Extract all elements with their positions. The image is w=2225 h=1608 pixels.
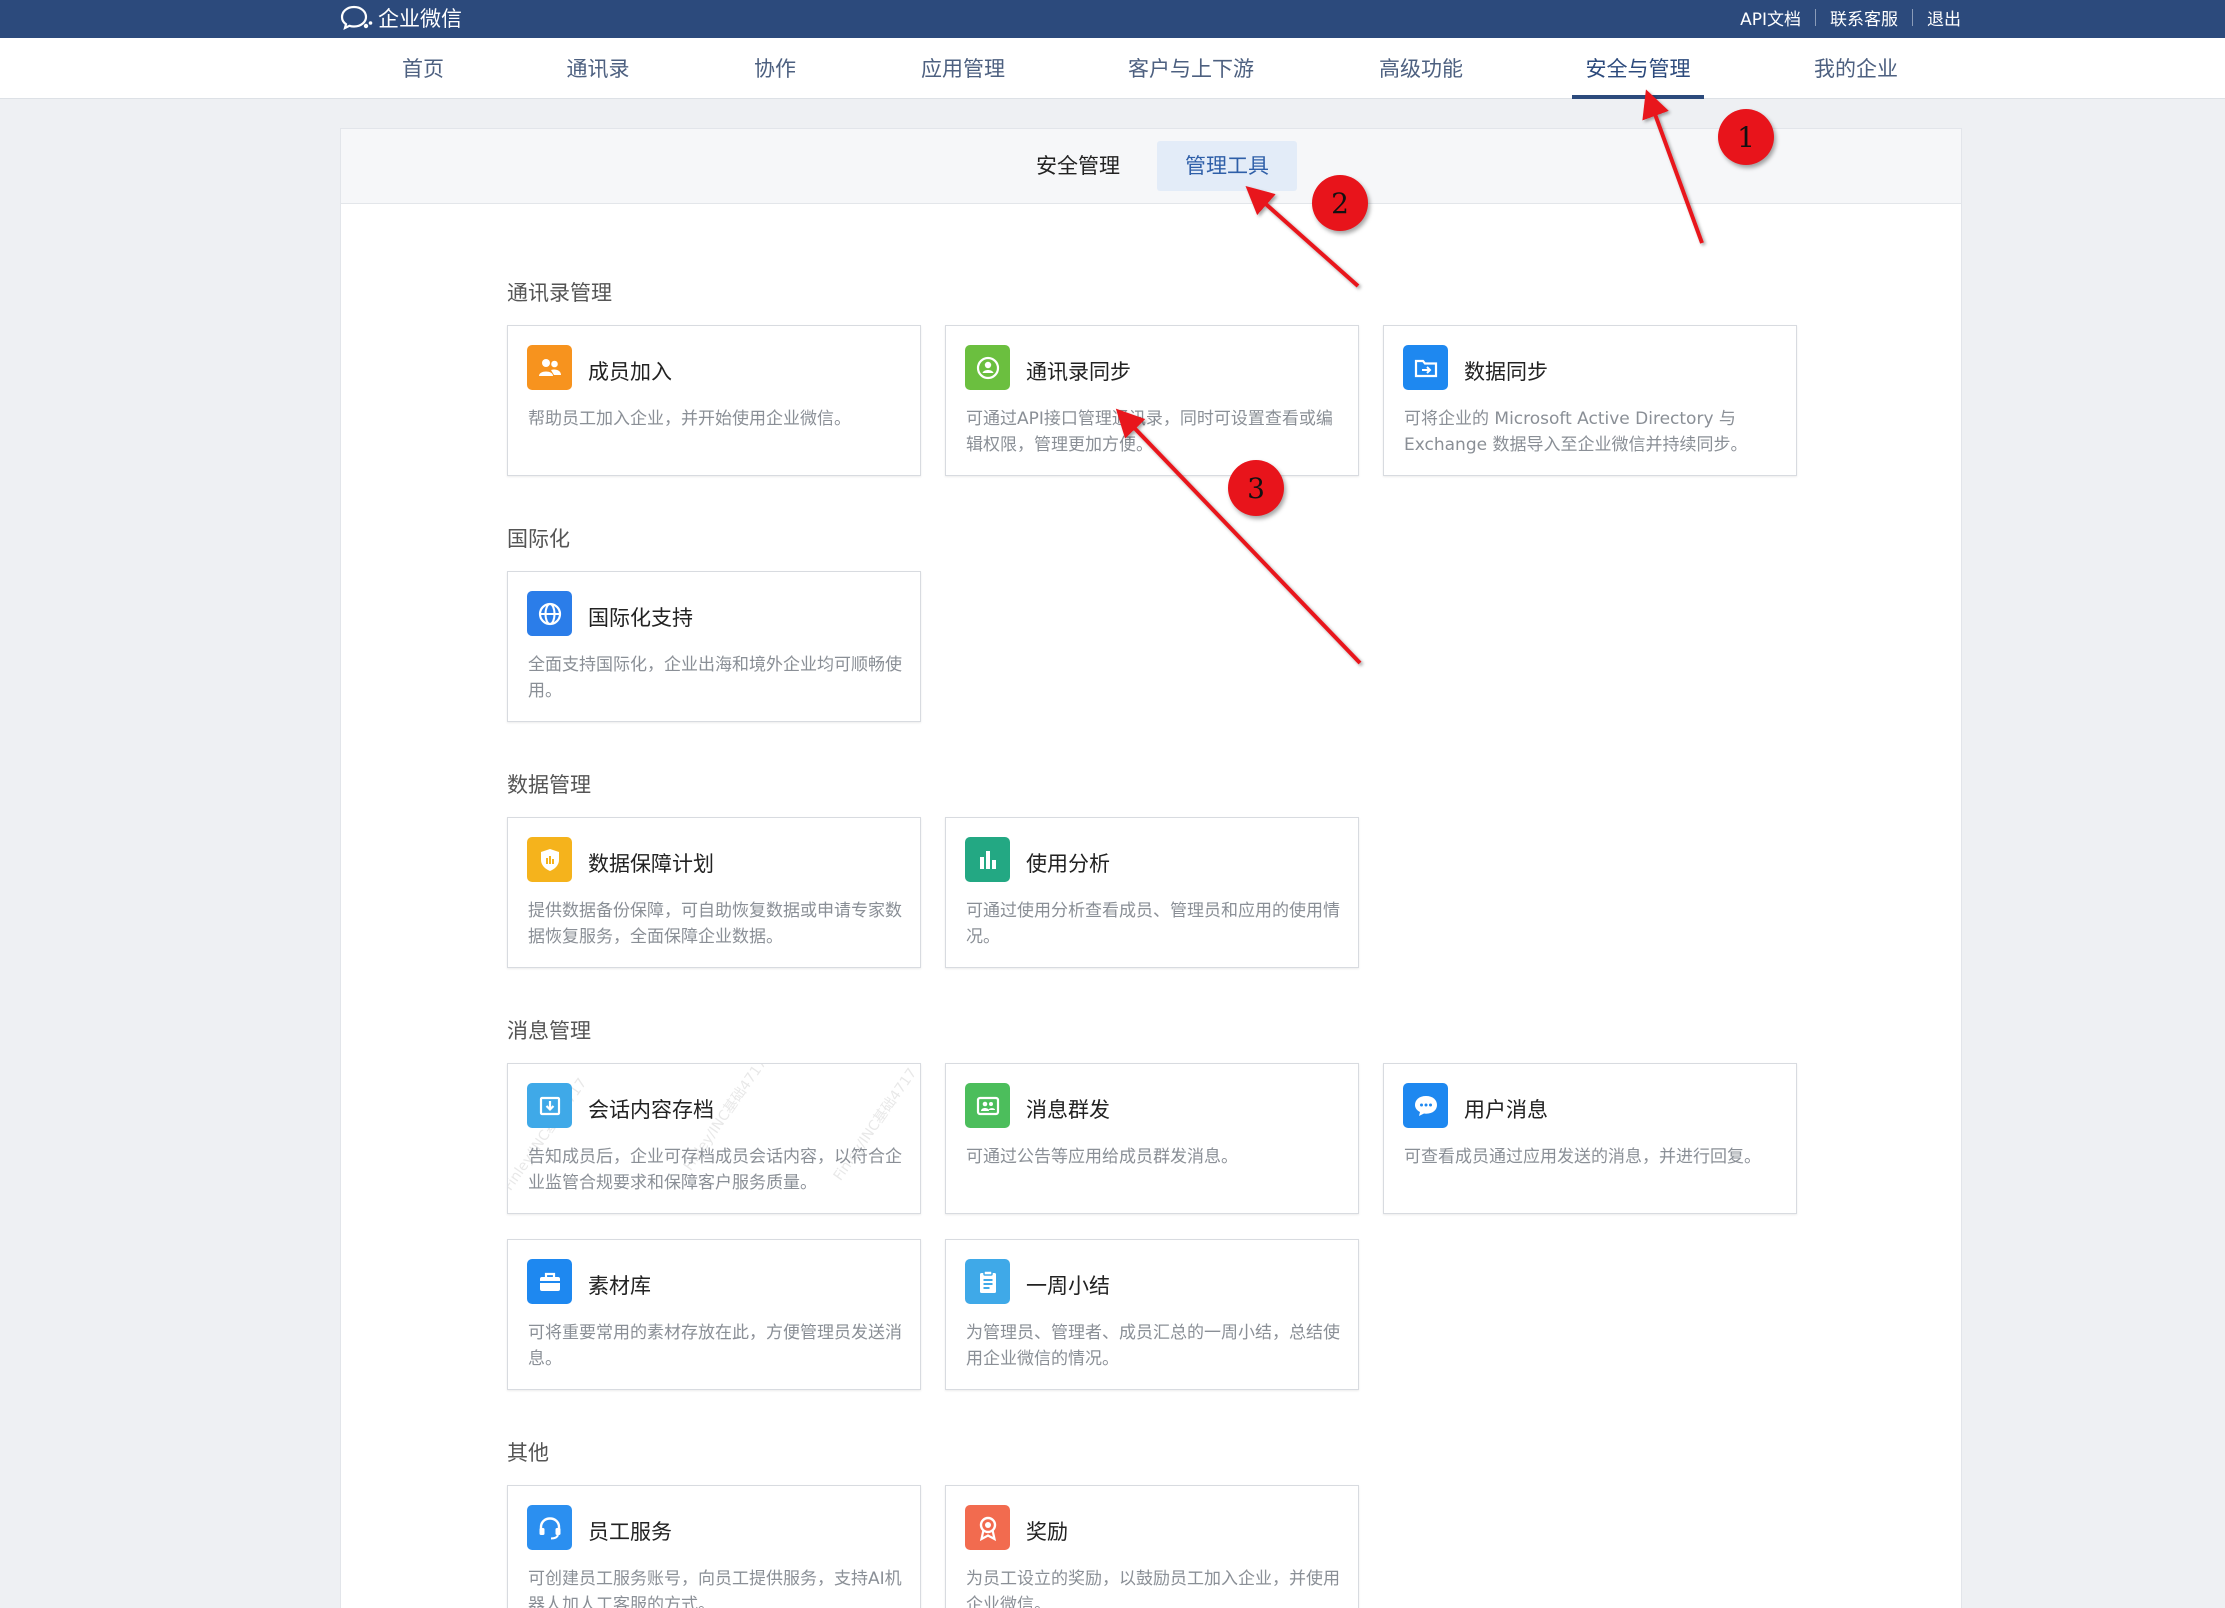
contact-sync-icon: [965, 345, 1010, 390]
card-description: 可通过使用分析查看成员、管理员和应用的使用情况。: [966, 901, 1340, 947]
card-usage-analysis[interactable]: 使用分析 可通过使用分析查看成员、管理员和应用的使用情况。: [945, 817, 1359, 968]
nav-my-enterprise[interactable]: 我的企业: [1806, 38, 1906, 99]
card-material-library[interactable]: 素材库 可将重要常用的素材存放在此，方便管理员发送消息。: [507, 1239, 921, 1390]
card-title: 使用分析: [1026, 852, 1110, 876]
card-data-protection-plan[interactable]: 数据保障计划 提供数据备份保障，可自助恢复数据或申请专家数据恢复服务，全面保障企…: [507, 817, 921, 968]
briefcase-icon: [527, 1259, 572, 1304]
card-description: 告知成员后，企业可存档成员会话内容，以符合企业监管合规要求和保障客户服务质量。: [528, 1147, 902, 1193]
section-title: 国际化: [507, 527, 570, 551]
section-title: 数据管理: [507, 773, 591, 797]
card-description: 可查看成员通过应用发送的消息，并进行回复。: [1404, 1147, 1761, 1167]
chat-bubble-icon: [1403, 1083, 1448, 1128]
nav-collaboration[interactable]: 协作: [740, 38, 810, 99]
logout-link[interactable]: 退出: [1927, 5, 1961, 30]
section-title: 消息管理: [507, 1019, 591, 1043]
wecom-logo-icon: [340, 5, 373, 31]
divider: [1912, 8, 1913, 26]
card-employee-service[interactable]: 员工服务 可创建员工服务账号，向员工提供服务，支持AI机器人加人工客服的方式。: [507, 1485, 921, 1608]
card-title: 数据保障计划: [588, 852, 714, 876]
card-description: 全面支持国际化，企业出海和境外企业均可顺畅使用。: [528, 655, 902, 701]
nav-customers[interactable]: 客户与上下游: [1118, 38, 1264, 99]
card-title: 通讯录同步: [1026, 360, 1131, 384]
card-description: 为员工设立的奖励，以鼓励员工加入企业，并使用企业微信。: [966, 1569, 1340, 1608]
divider: [1815, 8, 1816, 26]
globe-icon: [527, 591, 572, 636]
app-logo[interactable]: 企业微信: [340, 2, 462, 34]
app-logo-text: 企业微信: [378, 7, 462, 31]
card-description: 可将重要常用的素材存放在此，方便管理员发送消息。: [528, 1323, 902, 1369]
award-icon: [965, 1505, 1010, 1550]
card-title: 会话内容存档: [588, 1098, 714, 1122]
content-panel: 安全管理 管理工具 通讯录管理 成员加入 帮助员工加入企业，并开始使用企业微信。…: [340, 128, 1962, 1608]
card-title: 奖励: [1026, 1520, 1068, 1544]
top-bar: 企业微信 API文档 联系客服 退出: [0, 0, 2225, 38]
contact-support-link[interactable]: 联系客服: [1830, 5, 1898, 30]
data-sync-icon: [1403, 345, 1448, 390]
card-description: 帮助员工加入企业，并开始使用企业微信。: [528, 409, 851, 429]
card-title: 员工服务: [588, 1520, 672, 1544]
card-title: 国际化支持: [588, 606, 693, 630]
card-title: 用户消息: [1464, 1098, 1548, 1122]
nav-security-management[interactable]: 安全与管理: [1572, 38, 1704, 99]
bar-chart-icon: [965, 837, 1010, 882]
card-title: 成员加入: [588, 360, 672, 384]
card-title: 数据同步: [1464, 360, 1548, 384]
broadcast-icon: [965, 1083, 1010, 1128]
card-user-messages[interactable]: 用户消息 可查看成员通过应用发送的消息，并进行回复。: [1383, 1063, 1797, 1214]
card-description: 可将企业的 Microsoft Active Directory 与 Excha…: [1404, 409, 1748, 455]
headset-icon: [527, 1505, 572, 1550]
annotation-badge-1: 1: [1718, 109, 1774, 165]
card-data-sync[interactable]: 数据同步 可将企业的 Microsoft Active Directory 与 …: [1383, 325, 1797, 476]
main-nav: 首页 通讯录 协作 应用管理 客户与上下游 高级功能 安全与管理 我的企业: [0, 38, 2225, 99]
nav-app-management[interactable]: 应用管理: [912, 38, 1014, 99]
clipboard-icon: [965, 1259, 1010, 1304]
card-title: 素材库: [588, 1274, 651, 1298]
nav-home[interactable]: 首页: [380, 38, 466, 99]
api-docs-link[interactable]: API文档: [1740, 5, 1801, 30]
archive-icon: [527, 1083, 572, 1128]
shield-icon: [527, 837, 572, 882]
nav-advanced[interactable]: 高级功能: [1370, 38, 1472, 99]
card-title: 消息群发: [1026, 1098, 1110, 1122]
section-title: 通讯录管理: [507, 281, 612, 305]
annotation-badge-2: 2: [1312, 175, 1368, 231]
card-session-archive[interactable]: Finley/INC基础4717 Finley/INC基础4717 Finley…: [507, 1063, 921, 1214]
card-member-join[interactable]: 成员加入 帮助员工加入企业，并开始使用企业微信。: [507, 325, 921, 476]
card-weekly-summary[interactable]: 一周小结 为管理员、管理者、成员汇总的一周小结，总结使用企业微信的情况。: [945, 1239, 1359, 1390]
card-international-support[interactable]: 国际化支持 全面支持国际化，企业出海和境外企业均可顺畅使用。: [507, 571, 921, 722]
card-description: 可通过API接口管理通讯录，同时可设置查看或编辑权限，管理更加方便。: [966, 409, 1333, 455]
card-description: 为管理员、管理者、成员汇总的一周小结，总结使用企业微信的情况。: [966, 1323, 1340, 1369]
annotation-badge-3: 3: [1228, 460, 1284, 516]
card-description: 可通过公告等应用给成员群发消息。: [966, 1147, 1238, 1167]
nav-contacts[interactable]: 通讯录: [555, 38, 641, 99]
tab-management-tools[interactable]: 管理工具: [1157, 141, 1297, 191]
tab-security-management[interactable]: 安全管理: [1008, 141, 1148, 191]
members-icon: [527, 345, 572, 390]
section-title: 其他: [507, 1441, 549, 1465]
top-links: API文档 联系客服 退出: [1740, 0, 1961, 34]
card-rewards[interactable]: 奖励 为员工设立的奖励，以鼓励员工加入企业，并使用企业微信。: [945, 1485, 1359, 1608]
card-description: 提供数据备份保障，可自助恢复数据或申请专家数据恢复服务，全面保障企业数据。: [528, 901, 902, 947]
card-contact-sync[interactable]: 通讯录同步 可通过API接口管理通讯录，同时可设置查看或编辑权限，管理更加方便。: [945, 325, 1359, 476]
card-message-broadcast[interactable]: 消息群发 可通过公告等应用给成员群发消息。: [945, 1063, 1359, 1214]
card-title: 一周小结: [1026, 1274, 1110, 1298]
card-description: 可创建员工服务账号，向员工提供服务，支持AI机器人加人工客服的方式。: [528, 1569, 902, 1608]
